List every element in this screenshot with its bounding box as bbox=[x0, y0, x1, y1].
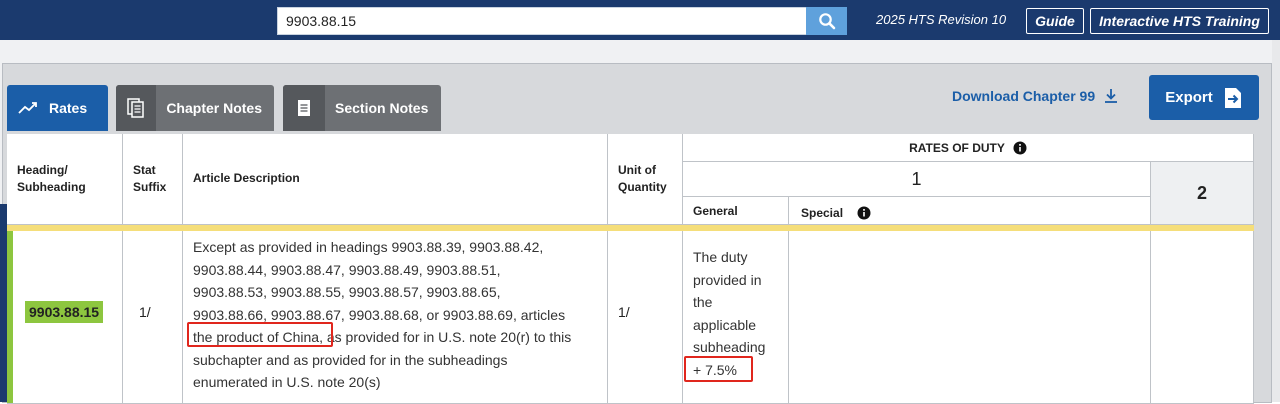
tab-section-notes[interactable]: Section Notes bbox=[283, 85, 441, 131]
rates-header-text: RATES OF DUTY bbox=[909, 140, 1005, 155]
vertical-scrollbar[interactable] bbox=[1272, 40, 1280, 402]
description-line: enumerated in U.S. note 20(s) bbox=[193, 374, 381, 390]
description-line: 9903.88.44, 9903.88.47, 9903.88.49, 9903… bbox=[193, 261, 501, 278]
rates-of-duty-header: RATES OF DUTY bbox=[683, 134, 1254, 162]
trend-icon bbox=[7, 85, 49, 131]
info-icon[interactable] bbox=[857, 206, 871, 220]
documents-icon bbox=[116, 85, 157, 131]
column-2-rate-cell bbox=[1151, 231, 1254, 404]
unit-value: 1/ bbox=[618, 304, 630, 320]
general-text-line: The duty bbox=[693, 249, 748, 265]
heading-cell: 9903.88.15 bbox=[7, 231, 123, 404]
export-label: Export bbox=[1165, 89, 1213, 106]
export-icon bbox=[1224, 87, 1241, 108]
interactive-training-button[interactable]: Interactive HTS Training bbox=[1090, 8, 1269, 34]
guide-button[interactable]: Guide bbox=[1026, 8, 1084, 34]
hts-revision-label: 2025 HTS Revision 10 bbox=[876, 12, 1007, 27]
download-icon bbox=[1105, 89, 1118, 103]
column-1-header: 1 bbox=[683, 162, 1151, 197]
column-2-text: 2 bbox=[1196, 182, 1207, 203]
description-line: subchapter and as provided for in the su… bbox=[193, 351, 508, 368]
tab-label: Rates bbox=[49, 100, 88, 116]
general-text-line: the bbox=[693, 294, 713, 310]
column-2-header: 2 bbox=[1151, 162, 1254, 225]
unit-header-text: Unit of Quantity bbox=[618, 163, 667, 194]
download-label: Download Chapter 99 bbox=[952, 88, 1096, 104]
special-header-text: Special bbox=[801, 206, 844, 220]
search-icon bbox=[818, 13, 835, 30]
description-header-text: Article Description bbox=[193, 171, 300, 185]
tab-chapter-notes[interactable]: Chapter Notes bbox=[116, 85, 274, 131]
tab-rates[interactable]: Rates bbox=[7, 85, 108, 131]
description-line: 9903.88.53, 9903.88.55, 9903.88.57, 9903… bbox=[193, 284, 501, 300]
annotation-box-china bbox=[187, 322, 333, 347]
tab-label: Section Notes bbox=[335, 100, 429, 116]
general-column-header: General bbox=[683, 197, 789, 225]
description-cell: Except as provided in headings 9903.88.3… bbox=[183, 231, 608, 404]
info-icon[interactable] bbox=[1013, 141, 1027, 155]
rates-table: Heading/ Subheading Stat Suffix Article … bbox=[7, 134, 1254, 404]
stat-suffix-column-header: Stat Suffix bbox=[123, 134, 183, 225]
stat-suffix-cell: 1/ bbox=[123, 231, 183, 404]
column-1-text: 1 bbox=[911, 168, 922, 189]
heading-column-header: Heading/ Subheading bbox=[7, 134, 123, 225]
unit-column-header: Unit of Quantity bbox=[608, 134, 683, 225]
stat-suffix-value: 1/ bbox=[139, 304, 151, 320]
general-text-line: provided in bbox=[693, 271, 762, 288]
description-line: Except as provided in headings 9903.88.3… bbox=[193, 239, 544, 255]
tab-label: Chapter Notes bbox=[166, 100, 262, 116]
description-column-header: Article Description bbox=[183, 134, 608, 225]
heading-number[interactable]: 9903.88.15 bbox=[25, 301, 104, 323]
general-text-line: applicable bbox=[693, 316, 757, 333]
search-input[interactable] bbox=[277, 7, 807, 35]
general-header-text: General bbox=[693, 204, 738, 218]
document-icon bbox=[283, 85, 325, 131]
special-column-header: Special bbox=[789, 197, 1151, 225]
stat-suffix-header-text: Stat Suffix bbox=[133, 163, 167, 194]
unit-cell: 1/ bbox=[608, 231, 683, 404]
download-chapter-link[interactable]: Download Chapter 99 bbox=[952, 88, 1119, 104]
special-rate-cell bbox=[789, 231, 1151, 404]
export-button[interactable]: Export bbox=[1149, 75, 1259, 120]
annotation-box-rate bbox=[684, 356, 753, 382]
heading-header-text: Heading/ Subheading bbox=[17, 163, 86, 194]
left-accent-bar bbox=[0, 204, 7, 402]
description-text: as provided for in U.S. note 20(r) to th… bbox=[322, 329, 572, 345]
search-button[interactable] bbox=[806, 7, 847, 35]
